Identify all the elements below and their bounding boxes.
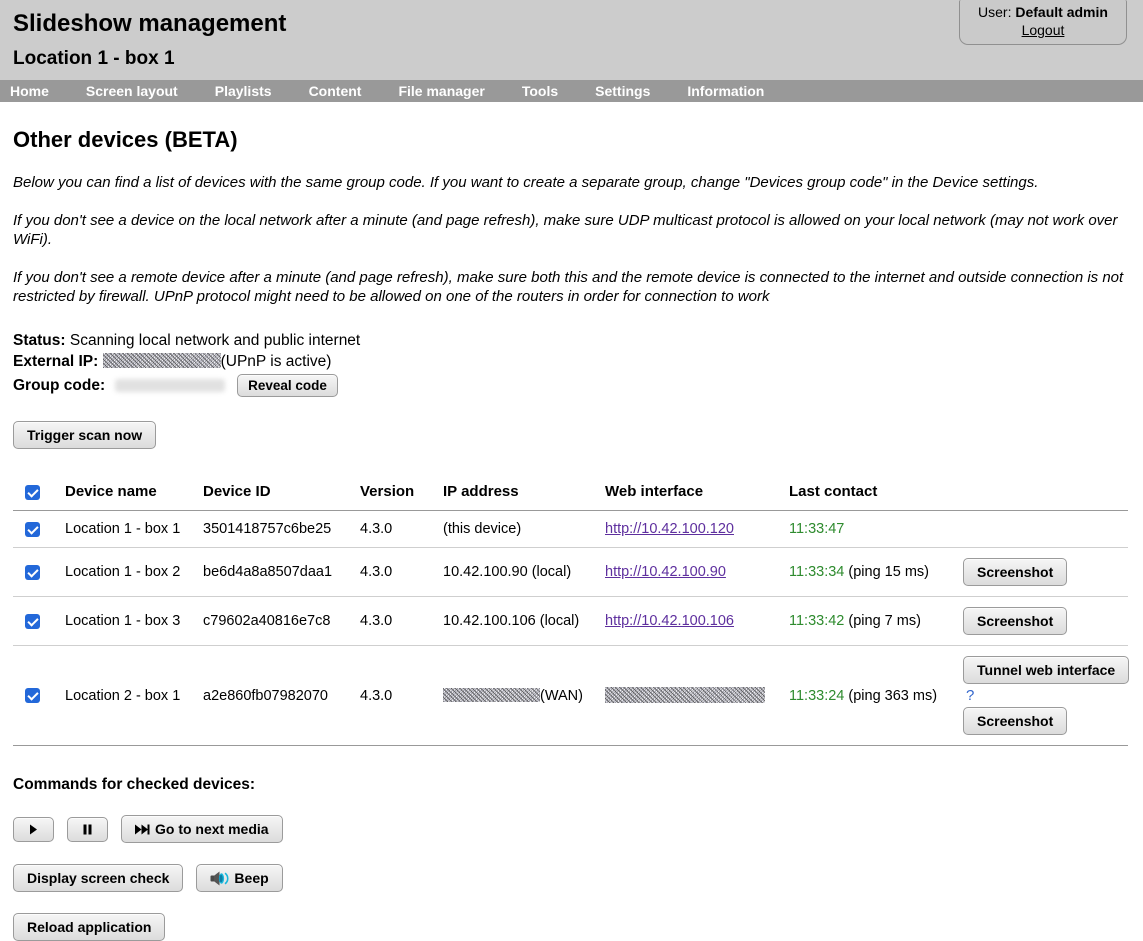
page-header: Slideshow management Location 1 - box 1 … — [0, 0, 1143, 80]
intro-paragraph-local-network: If you don't see a device on the local n… — [13, 211, 1128, 249]
pause-button[interactable] — [67, 817, 108, 842]
devices-table: Device name Device ID Version IP address… — [13, 477, 1128, 746]
last-contact-time: 11:33:34 — [789, 564, 844, 580]
device-name: Location 2 - box 1 — [65, 646, 203, 746]
external-ip-label: External IP: — [13, 353, 98, 370]
col-last-contact: Last contact — [789, 477, 963, 511]
web-interface-link[interactable]: http://10.42.100.90 — [605, 564, 726, 580]
col-version: Version — [360, 477, 443, 511]
main-content: Other devices (BETA) Below you can find … — [0, 127, 1143, 449]
next-media-label: Go to next media — [155, 821, 269, 837]
wan-suffix: (WAN) — [540, 688, 583, 704]
main-nav: Home Screen layout Playlists Content Fil… — [0, 80, 1143, 102]
nav-item-tools[interactable]: Tools — [522, 83, 558, 99]
tunnel-web-interface-button[interactable]: Tunnel web interface — [963, 656, 1129, 684]
logout-link[interactable]: Logout — [1022, 22, 1065, 38]
web-interface-link[interactable]: http://10.42.100.120 — [605, 521, 734, 537]
col-web-interface: Web interface — [605, 477, 789, 511]
device-ip: 10.42.100.106 (local) — [443, 597, 605, 646]
table-row: Location 2 - box 1 a2e860fb07982070 4.3.… — [13, 646, 1128, 746]
ping-value: (ping 363 ms) — [848, 688, 937, 704]
nav-item-home[interactable]: Home — [10, 83, 49, 99]
device-ip: (WAN) — [443, 646, 605, 746]
reload-application-button[interactable]: Reload application — [13, 913, 165, 941]
row-checkbox[interactable] — [25, 522, 40, 537]
device-version: 4.3.0 — [360, 548, 443, 597]
device-id: 3501418757c6be25 — [203, 511, 360, 548]
page-title: Other devices (BETA) — [13, 127, 1128, 153]
group-code-redacted — [115, 379, 225, 392]
wan-ip-redacted — [443, 688, 540, 702]
intro-paragraph-remote-device: If you don't see a remote device after a… — [13, 268, 1128, 306]
play-button[interactable] — [13, 817, 54, 842]
nav-item-screen-layout[interactable]: Screen layout — [86, 83, 178, 99]
play-icon — [29, 824, 38, 835]
col-device-id: Device ID — [203, 477, 360, 511]
table-row: Location 1 - box 3 c79602a40816e7c8 4.3.… — [13, 597, 1128, 646]
user-box: User: Default admin Logout — [959, 0, 1127, 45]
display-screen-check-button[interactable]: Display screen check — [13, 864, 183, 892]
row-checkbox[interactable] — [25, 565, 40, 580]
device-version: 4.3.0 — [360, 597, 443, 646]
screenshot-button[interactable]: Screenshot — [963, 707, 1067, 735]
table-row: Location 1 - box 2 be6d4a8a8507daa1 4.3.… — [13, 548, 1128, 597]
next-media-button[interactable]: Go to next media — [121, 815, 283, 843]
beep-label: Beep — [234, 870, 268, 886]
status-label: Status: — [13, 332, 66, 349]
last-contact-time: 11:33:47 — [789, 521, 844, 537]
pause-icon — [83, 824, 92, 835]
nav-item-information[interactable]: Information — [687, 83, 764, 99]
beep-button[interactable]: Beep — [196, 864, 282, 892]
ping-value: (ping 7 ms) — [848, 613, 921, 629]
upnp-note: (UPnP is active) — [221, 353, 332, 370]
table-header-row: Device name Device ID Version IP address… — [13, 477, 1128, 511]
reveal-code-button[interactable]: Reveal code — [237, 374, 338, 397]
col-device-name: Device name — [65, 477, 203, 511]
speaker-icon — [210, 871, 229, 886]
web-interface-redacted — [605, 687, 765, 703]
device-name: Location 1 - box 1 — [65, 511, 203, 548]
commands-section: Commands for checked devices: Go to next… — [0, 776, 1143, 941]
status-block: Status: Scanning local network and publi… — [13, 331, 1128, 397]
nav-item-content[interactable]: Content — [309, 83, 362, 99]
device-ip: (this device) — [443, 511, 605, 548]
device-id: c79602a40816e7c8 — [203, 597, 360, 646]
status-value: Scanning local network and public intern… — [70, 332, 360, 349]
device-name: Location 1 - box 2 — [65, 548, 203, 597]
web-interface-link[interactable]: http://10.42.100.106 — [605, 613, 734, 629]
screenshot-button[interactable]: Screenshot — [963, 558, 1067, 586]
row-checkbox[interactable] — [25, 688, 40, 703]
skip-next-icon — [135, 824, 150, 835]
table-row: Location 1 - box 1 3501418757c6be25 4.3.… — [13, 511, 1128, 548]
intro-paragraph-group-code: Below you can find a list of devices wit… — [13, 173, 1128, 192]
device-version: 4.3.0 — [360, 511, 443, 548]
device-id: be6d4a8a8507daa1 — [203, 548, 360, 597]
user-name: Default admin — [1015, 4, 1108, 20]
ping-value: (ping 15 ms) — [848, 564, 929, 580]
commands-label: Commands for checked devices: — [13, 776, 1128, 794]
row-checkbox[interactable] — [25, 614, 40, 629]
screenshot-button[interactable]: Screenshot — [963, 607, 1067, 635]
select-all-checkbox[interactable] — [25, 485, 40, 500]
last-contact-time: 11:33:42 — [789, 613, 844, 629]
nav-item-settings[interactable]: Settings — [595, 83, 650, 99]
device-version: 4.3.0 — [360, 646, 443, 746]
external-ip-redacted — [103, 353, 221, 368]
device-subtitle: Location 1 - box 1 — [13, 48, 1143, 70]
device-name: Location 1 - box 3 — [65, 597, 203, 646]
nav-item-playlists[interactable]: Playlists — [215, 83, 272, 99]
trigger-scan-button[interactable]: Trigger scan now — [13, 421, 156, 449]
tunnel-help-link[interactable]: ? — [963, 687, 974, 704]
col-ip-address: IP address — [443, 477, 605, 511]
last-contact-time: 11:33:24 — [789, 688, 844, 704]
device-ip: 10.42.100.90 (local) — [443, 548, 605, 597]
user-label: User: — [978, 4, 1011, 20]
device-id: a2e860fb07982070 — [203, 646, 360, 746]
group-code-label: Group code: — [13, 376, 105, 396]
nav-item-file-manager[interactable]: File manager — [398, 83, 484, 99]
